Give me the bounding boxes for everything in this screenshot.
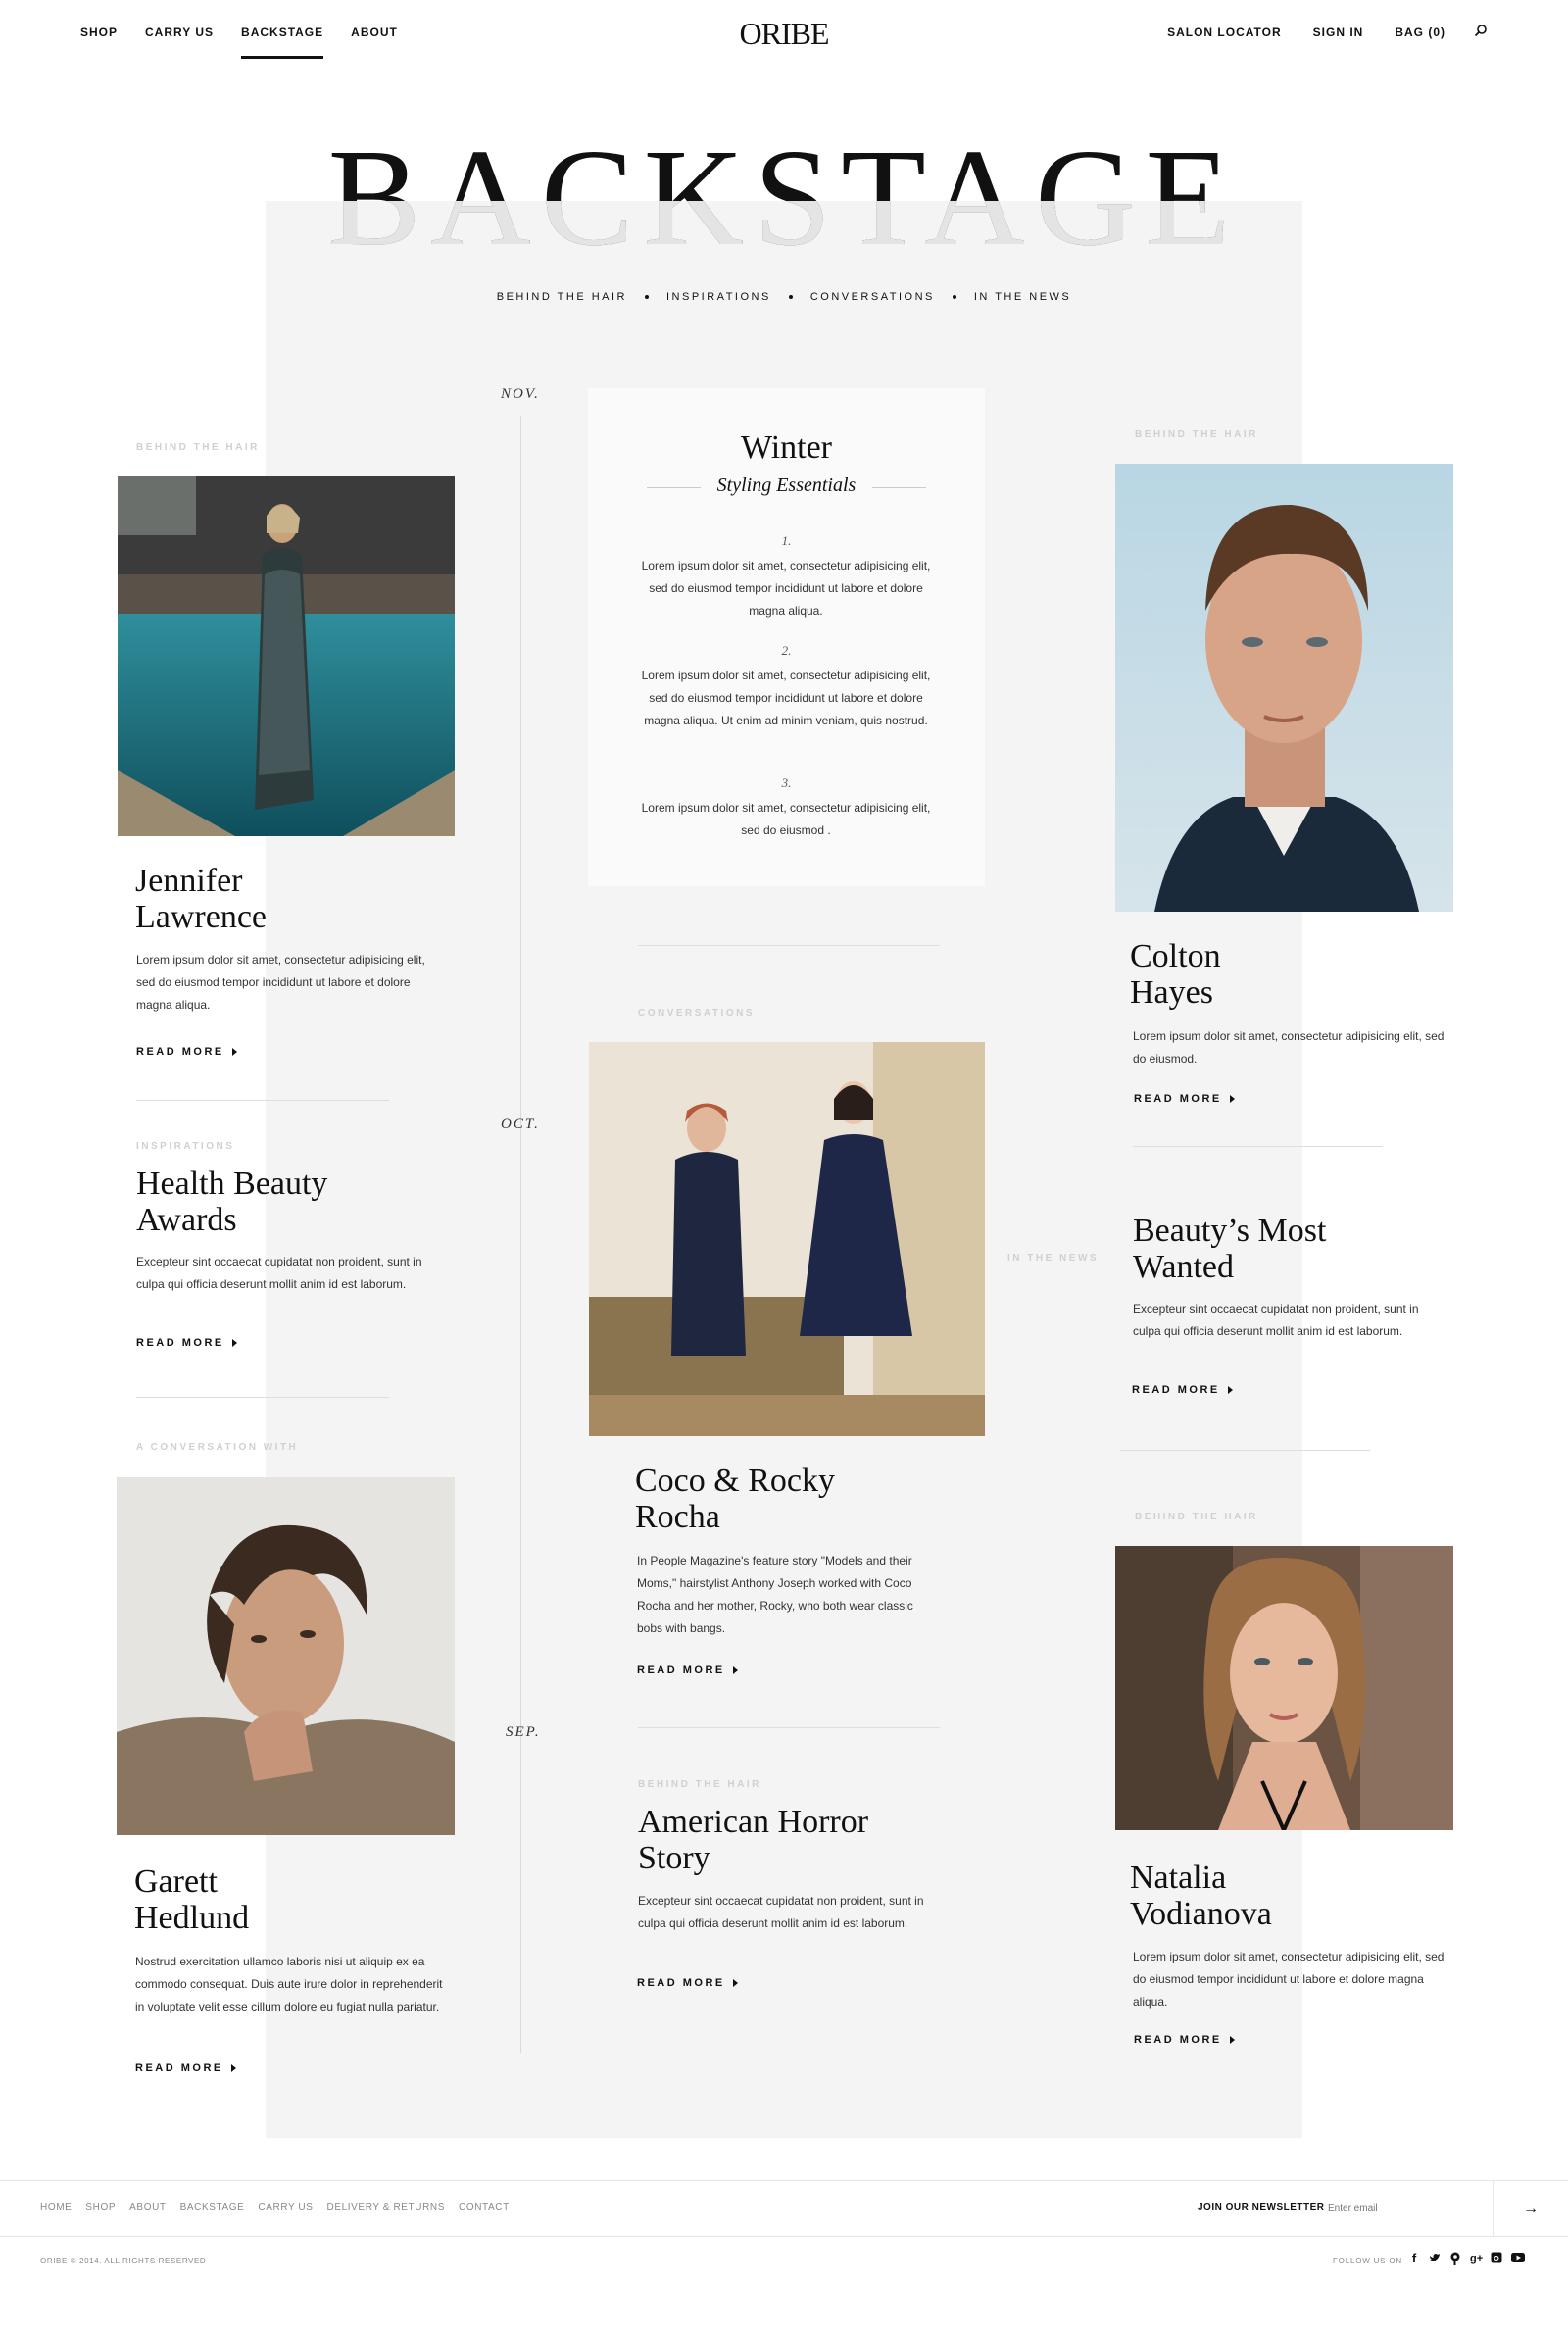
read-more-link[interactable]: READ MORE bbox=[135, 2063, 236, 2074]
card-excerpt: Excepteur sint occaecat cupidatat non pr… bbox=[1133, 1302, 1419, 1338]
photo-jennifer-lawrence[interactable] bbox=[118, 476, 455, 836]
photo-garett-hedlund[interactable] bbox=[117, 1477, 455, 1835]
footer-links: HOME SHOP ABOUT BACKSTAGE CARRY US DELIV… bbox=[40, 2202, 510, 2212]
footer-link-carry-us[interactable]: CARRY US bbox=[258, 2202, 313, 2212]
category-label: CONVERSATIONS bbox=[638, 1008, 755, 1019]
divider bbox=[638, 945, 940, 946]
photo-colton-hayes[interactable] bbox=[1115, 464, 1453, 912]
divider bbox=[1120, 1450, 1370, 1451]
search-icon[interactable] bbox=[1474, 24, 1488, 37]
facebook-icon[interactable]: f bbox=[1408, 2252, 1420, 2265]
month-label-nov: NOV. bbox=[501, 386, 540, 402]
feature-subtitle: Styling Essentials bbox=[716, 474, 857, 496]
pinterest-icon[interactable] bbox=[1449, 2252, 1461, 2265]
newsletter-label: JOIN OUR NEWSLETTER bbox=[1198, 2202, 1325, 2212]
footer-link-delivery-returns[interactable]: DELIVERY & RETURNS bbox=[327, 2202, 445, 2212]
youtube-icon[interactable] bbox=[1511, 2252, 1525, 2265]
card-title[interactable]: Beauty’s Most Wanted bbox=[1133, 1213, 1326, 1285]
divider bbox=[638, 1727, 940, 1728]
category-label: BEHIND THE HAIR bbox=[1135, 429, 1258, 440]
read-more-link[interactable]: READ MORE bbox=[136, 1337, 237, 1349]
timeline-line bbox=[520, 416, 521, 2053]
separator-dot bbox=[952, 295, 956, 300]
point-number: 3. bbox=[781, 775, 792, 790]
month-label-sep: SEP. bbox=[506, 1724, 541, 1740]
twitter-icon[interactable] bbox=[1429, 2252, 1441, 2265]
month-label-oct: OCT. bbox=[501, 1117, 540, 1132]
card-excerpt: Excepteur sint occaecat cupidatat non pr… bbox=[638, 1894, 924, 1930]
read-more-link[interactable]: READ MORE bbox=[1134, 2034, 1235, 2046]
divider bbox=[136, 1100, 389, 1101]
point-text: Lorem ipsum dolor sit amet, consectetur … bbox=[641, 669, 931, 727]
point-text: Lorem ipsum dolor sit amet, consectetur … bbox=[641, 559, 931, 618]
category-label: INSPIRATIONS bbox=[136, 1141, 235, 1152]
read-more-link[interactable]: READ MORE bbox=[136, 1046, 237, 1058]
footer-link-about[interactable]: ABOUT bbox=[129, 2202, 166, 2212]
card-title[interactable]: Coco & Rocky Rocha bbox=[635, 1463, 835, 1535]
feature-title: Winter bbox=[740, 429, 833, 466]
photo-natalia-vodianova[interactable] bbox=[1115, 1546, 1453, 1830]
card-title[interactable]: Colton Hayes bbox=[1130, 938, 1221, 1011]
feature-winter-essentials[interactable]: Winter Styling Essentials 1. Lorem ipsum… bbox=[588, 388, 985, 886]
footer-link-shop[interactable]: SHOP bbox=[85, 2202, 116, 2212]
read-more-link[interactable]: READ MORE bbox=[1134, 1093, 1235, 1105]
newsletter-email-input[interactable] bbox=[1328, 2194, 1485, 2221]
card-excerpt: Lorem ipsum dolor sit amet, consectetur … bbox=[136, 953, 425, 1012]
card-excerpt: Excepteur sint occaecat cupidatat non pr… bbox=[136, 1255, 422, 1291]
footer-link-backstage[interactable]: BACKSTAGE bbox=[180, 2202, 245, 2212]
card-title[interactable]: American Horror Story bbox=[638, 1804, 868, 1876]
footer-link-home[interactable]: HOME bbox=[40, 2202, 72, 2212]
divider bbox=[1133, 1146, 1383, 1147]
footer-link-contact[interactable]: CONTACT bbox=[459, 2202, 510, 2212]
card-title[interactable]: Garett Hedlund bbox=[134, 1864, 249, 1936]
arrow-right-icon: → bbox=[1523, 2200, 1539, 2216]
card-title[interactable]: Jennifer Lawrence bbox=[135, 863, 267, 935]
category-filter: BEHIND THE HAIR INSPIRATIONS CONVERSATIONS… bbox=[0, 291, 1568, 303]
card-title[interactable]: Health Beauty Awards bbox=[136, 1166, 327, 1238]
point-number: 2. bbox=[781, 643, 792, 658]
category-label: A CONVERSATION WITH bbox=[136, 1442, 299, 1453]
point-text: Lorem ipsum dolor sit amet, consectetur … bbox=[641, 801, 931, 837]
card-excerpt: Lorem ipsum dolor sit amet, consectetur … bbox=[1133, 1029, 1445, 1066]
divider bbox=[136, 1397, 389, 1398]
card-excerpt: Nostrud exercitation ullamco laboris nis… bbox=[135, 1955, 443, 2013]
read-more-link[interactable]: READ MORE bbox=[637, 1665, 738, 1676]
filter-in-the-news[interactable]: IN THE NEWS bbox=[974, 291, 1071, 303]
utility-nav: SALON LOCATOR SIGN IN BAG (0) bbox=[1136, 25, 1446, 59]
photo-coco-rocky-rocha[interactable] bbox=[589, 1042, 985, 1436]
point-number: 1. bbox=[781, 533, 792, 548]
read-more-link[interactable]: READ MORE bbox=[637, 1977, 738, 1989]
separator-dot bbox=[645, 295, 649, 300]
instagram-icon[interactable] bbox=[1491, 2252, 1502, 2265]
newsletter-submit-button[interactable]: → bbox=[1493, 2181, 1568, 2236]
divider bbox=[872, 487, 926, 488]
category-label: BEHIND THE HAIR bbox=[136, 442, 260, 453]
page-title-overlap: BACKSTAGE bbox=[266, 201, 1302, 279]
category-label: IN THE NEWS bbox=[1007, 1253, 1100, 1264]
filter-inspirations[interactable]: INSPIRATIONS bbox=[666, 291, 771, 303]
nav-bag[interactable]: BAG (0) bbox=[1395, 25, 1446, 59]
social-links: f g+ bbox=[1408, 2252, 1525, 2265]
separator-dot bbox=[788, 295, 793, 300]
read-more-link[interactable]: READ MORE bbox=[1132, 1384, 1233, 1396]
category-label: BEHIND THE HAIR bbox=[1135, 1512, 1258, 1522]
google-plus-icon[interactable]: g+ bbox=[1470, 2252, 1483, 2265]
filter-behind-the-hair[interactable]: BEHIND THE HAIR bbox=[497, 291, 627, 303]
nav-salon-locator[interactable]: SALON LOCATOR bbox=[1167, 25, 1282, 59]
copyright: ORIBE © 2014. ALL RIGHTS RESERVED bbox=[40, 2257, 207, 2265]
filter-conversations[interactable]: CONVERSATIONS bbox=[810, 291, 935, 303]
follow-us-label: FOLLOW US ON bbox=[1333, 2257, 1402, 2265]
card-excerpt: In People Magazine's feature story "Mode… bbox=[637, 1554, 913, 1635]
category-label: BEHIND THE HAIR bbox=[638, 1779, 761, 1790]
nav-sign-in[interactable]: SIGN IN bbox=[1313, 25, 1364, 59]
card-excerpt: Lorem ipsum dolor sit amet, consectetur … bbox=[1133, 1950, 1445, 2009]
card-title[interactable]: Natalia Vodianova bbox=[1130, 1860, 1272, 1932]
